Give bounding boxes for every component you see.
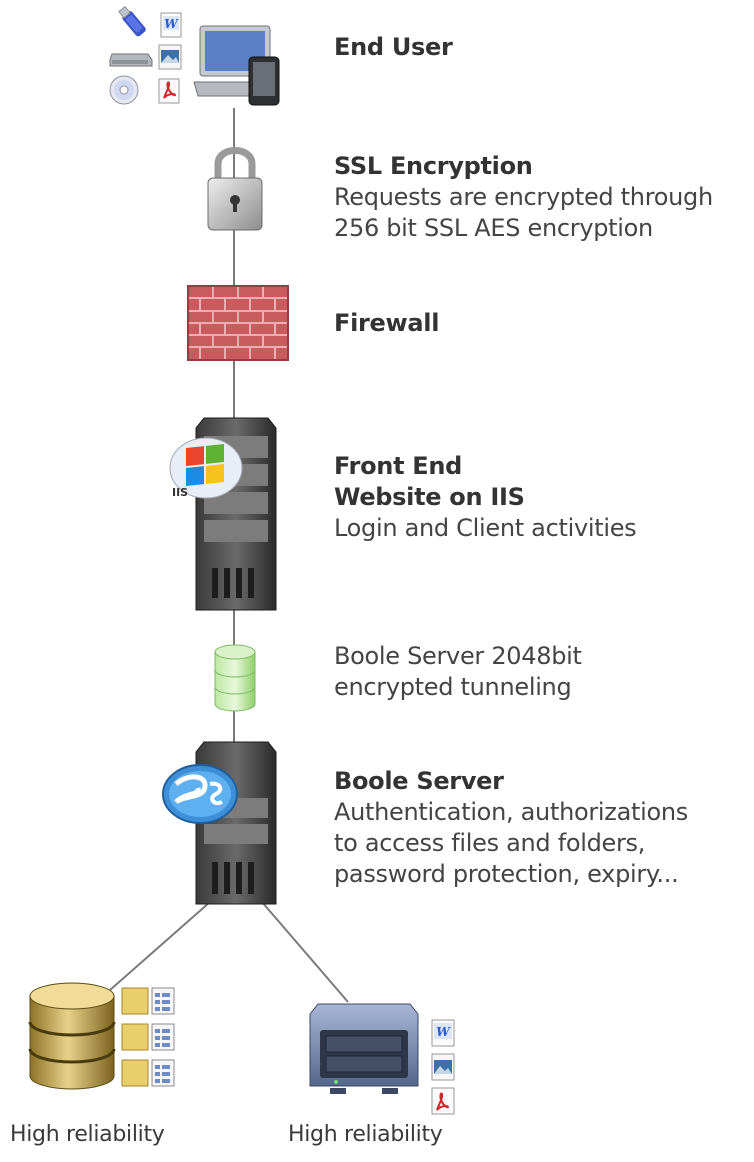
front-end-title-line-2: Website on IIS <box>334 483 525 511</box>
firewall-label: Firewall <box>334 308 439 339</box>
svg-text:W: W <box>436 1025 451 1039</box>
padlock-icon <box>207 147 263 231</box>
iis-windows-logo-icon: IIS <box>169 437 243 499</box>
ssl-desc-line-2: 256 bit SSL AES encryption <box>334 214 653 242</box>
firewall-icon <box>187 285 289 361</box>
nas-storage-icon <box>309 1003 419 1094</box>
end-user-label: End User <box>334 32 453 63</box>
usb-drive-icon <box>118 5 146 37</box>
iis-badge-text: IIS <box>172 486 188 499</box>
tunnel-desc-line-1: Boole Server 2048bit <box>334 642 582 670</box>
tablet-icon <box>248 56 280 106</box>
word-document-icon: W <box>160 12 182 38</box>
nas-documents-icon: W <box>431 1019 455 1115</box>
database-icon <box>28 982 116 1090</box>
tunnel-desc-line-2: encrypted tunneling <box>334 673 572 701</box>
hard-drive-icon <box>109 53 153 67</box>
boole-desc-line-1: Authentication, authorizations <box>334 798 688 826</box>
boole-server-title: Boole Server <box>334 767 504 795</box>
database-documents-icon <box>121 987 175 1087</box>
front-end-desc: Login and Client activities <box>334 514 637 542</box>
encrypted-tunnel-icon <box>214 644 256 712</box>
boole-server-label: Boole Server Authentication, authorizati… <box>334 766 688 890</box>
image-document-icon <box>158 44 182 70</box>
pdf-document-icon <box>158 78 180 104</box>
ssl-label: SSL Encryption Requests are encrypted th… <box>334 151 713 244</box>
end-user-devices: W <box>104 5 284 108</box>
database-caption: High reliability <box>10 1122 165 1147</box>
boole-logo-icon <box>162 764 238 824</box>
ssl-title: SSL Encryption <box>334 152 533 180</box>
nas-caption: High reliability <box>288 1122 443 1147</box>
front-end-label: Front End Website on IIS Login and Clien… <box>334 451 637 544</box>
boole-desc-line-2: to access files and folders, <box>334 829 646 857</box>
svg-text:W: W <box>164 17 179 31</box>
end-user-title: End User <box>334 33 453 61</box>
front-end-title-line-1: Front End <box>334 452 463 480</box>
ssl-desc-line-1: Requests are encrypted through <box>334 183 713 211</box>
firewall-title: Firewall <box>334 309 440 337</box>
boole-desc-line-3: password protection, expiry... <box>334 860 679 888</box>
tunnel-label: Boole Server 2048bit encrypted tunneling <box>334 641 582 703</box>
cd-disc-icon <box>109 75 139 105</box>
